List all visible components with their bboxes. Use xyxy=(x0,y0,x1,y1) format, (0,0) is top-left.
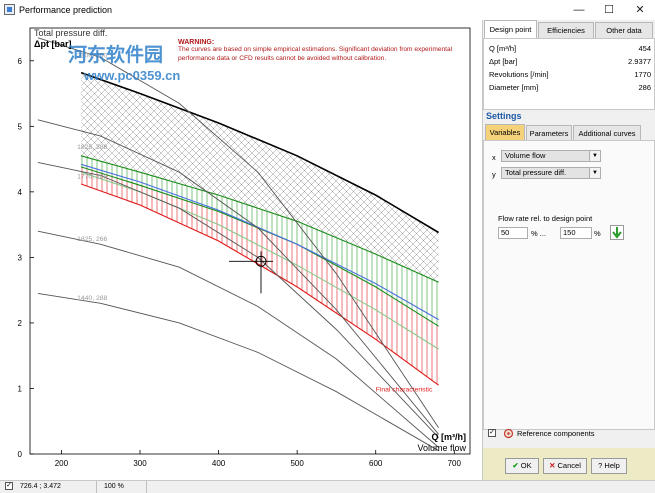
status-separator xyxy=(146,481,147,493)
final-characteristic-label: Final characteristic xyxy=(376,387,433,394)
param-label: Diameter [mm] xyxy=(489,83,539,92)
pump-icon xyxy=(503,428,514,439)
cancel-icon: ✕ xyxy=(549,461,556,470)
tab-variables[interactable]: Variables xyxy=(485,124,525,140)
speed-curve-label: 1440, 288 xyxy=(77,295,107,302)
speed-curve-label: 1770, 288 xyxy=(77,174,107,181)
x-tick-label: 300 xyxy=(133,459,147,468)
x-tick-label: 200 xyxy=(55,459,69,468)
x-variable-value: Volume flow xyxy=(505,151,546,160)
tab-parameters[interactable]: Parameters xyxy=(526,125,572,140)
y-tick-label: 3 xyxy=(18,253,23,262)
to-unit: % xyxy=(594,229,601,238)
from-unit: % ... xyxy=(531,229,547,238)
dialog-button-bar: ✔ OK ✕ Cancel ? Help xyxy=(483,448,655,480)
reference-components-row: ✓ Reference components xyxy=(488,428,654,443)
x-variable-label: x xyxy=(492,153,496,162)
help-button[interactable]: ? Help xyxy=(591,458,627,474)
variables-panel: x Volume flow ▼ y Total pressure diff. ▼… xyxy=(483,140,655,430)
x-tick-label: 700 xyxy=(448,459,462,468)
param-label: Δpt [bar] xyxy=(489,57,518,66)
zoom-level: 100 % xyxy=(104,483,124,490)
warning-text: The curves are based on simple empirical… xyxy=(178,46,453,62)
param-value: 286 xyxy=(638,83,651,92)
title-bar: Performance prediction — ☐ ✕ xyxy=(0,0,655,21)
param-value: 454 xyxy=(638,44,651,53)
speed-curve-label: 1825, 288 xyxy=(77,144,107,151)
param-row: Q [m³/h] 454 xyxy=(489,44,651,56)
ok-label: OK xyxy=(520,461,532,470)
plot-panel[interactable]: 2100, 300 1825, 288 1770, 288 1825, 266 1440… xyxy=(0,20,483,480)
y-tick-label: 4 xyxy=(18,188,23,197)
apply-range-button[interactable] xyxy=(610,225,624,240)
reference-components-checkbox[interactable]: ✓ xyxy=(488,429,496,437)
cancel-button[interactable]: ✕ Cancel xyxy=(543,458,587,474)
warning-title: WARNING: xyxy=(178,39,214,46)
status-separator xyxy=(96,481,97,493)
help-icon: ? xyxy=(598,461,603,470)
check-icon: ✔ xyxy=(512,461,519,470)
design-point-params: Q [m³/h] 454 Δpt [bar] 2.9377 Revolution… xyxy=(483,38,655,110)
flow-rate-label: Flow rate rel. to design point xyxy=(498,214,593,223)
y-axis-unit: Δpt [bar] xyxy=(34,39,71,49)
param-row: Diameter [mm] 286 xyxy=(489,83,651,95)
right-panel: Design point Efficiencies Other data Q [… xyxy=(483,20,655,480)
y-variable-select[interactable]: Total pressure diff. ▼ xyxy=(501,167,601,179)
minimize-button[interactable]: — xyxy=(564,0,594,20)
y-tick-label: 6 xyxy=(18,57,23,66)
tab-design-point[interactable]: Design point xyxy=(484,20,537,38)
param-value: 2.9377 xyxy=(628,57,651,66)
ok-button[interactable]: ✔ OK xyxy=(505,458,539,474)
x-variable-select[interactable]: Volume flow ▼ xyxy=(501,150,601,162)
chevron-down-icon[interactable]: ▼ xyxy=(589,151,600,161)
top-tabs: Design point Efficiencies Other data xyxy=(483,20,655,38)
flow-rate-to-input[interactable]: 150 xyxy=(560,227,592,239)
x-axis-label: Q [m³/h] xyxy=(432,432,467,442)
status-bar: ✓ 726.4 ; 3.472 100 % xyxy=(0,480,655,493)
status-checkbox[interactable]: ✓ xyxy=(5,482,13,490)
help-label: Help xyxy=(604,461,620,470)
arrow-down-icon xyxy=(612,227,622,239)
tab-additional-curves[interactable]: Additional curves xyxy=(573,125,641,140)
chevron-down-icon[interactable]: ▼ xyxy=(589,168,600,178)
param-row: Revolutions [/min] 1770 xyxy=(489,70,651,82)
cancel-label: Cancel xyxy=(557,461,581,470)
tab-efficiencies[interactable]: Efficiencies xyxy=(538,22,594,38)
param-value: 1770 xyxy=(634,70,651,79)
speed-curve-label: 1825, 266 xyxy=(77,236,107,243)
y-axis-label: Total pressure diff. xyxy=(34,28,107,38)
window-title: Performance prediction xyxy=(19,5,113,15)
settings-heading: Settings xyxy=(486,111,522,121)
y-tick-label: 2 xyxy=(18,319,23,328)
y-variable-label: y xyxy=(492,170,496,179)
settings-tabs: Variables Parameters Additional curves xyxy=(483,124,655,140)
y-tick-label: 1 xyxy=(18,384,23,393)
maximize-button[interactable]: ☐ xyxy=(594,0,624,20)
watermark-main: 河东软件园 xyxy=(68,45,164,66)
x-tick-label: 600 xyxy=(369,459,383,468)
y-tick-label: 5 xyxy=(18,122,23,131)
y-tick-label: 0 xyxy=(18,450,23,459)
close-button[interactable]: ✕ xyxy=(625,0,655,20)
watermark-sub: www.pc0359.cn xyxy=(84,68,181,83)
x-tick-label: 400 xyxy=(212,459,226,468)
x-axis-unit: Volume flow xyxy=(417,443,466,453)
cursor-coordinates: 726.4 ; 3.472 xyxy=(20,483,61,490)
app-icon xyxy=(4,4,15,15)
flow-rate-from-input[interactable]: 50 xyxy=(498,227,528,239)
param-row: Δpt [bar] 2.9377 xyxy=(489,57,651,69)
x-tick-label: 500 xyxy=(290,459,304,468)
param-label: Q [m³/h] xyxy=(489,44,517,53)
reference-components-label: Reference components xyxy=(517,429,595,438)
tab-other-data[interactable]: Other data xyxy=(595,22,653,38)
performance-chart[interactable]: 2100, 3001825, 2881770, 2881825, 2661440… xyxy=(0,20,482,480)
param-label: Revolutions [/min] xyxy=(489,70,549,79)
y-variable-value: Total pressure diff. xyxy=(505,168,567,177)
